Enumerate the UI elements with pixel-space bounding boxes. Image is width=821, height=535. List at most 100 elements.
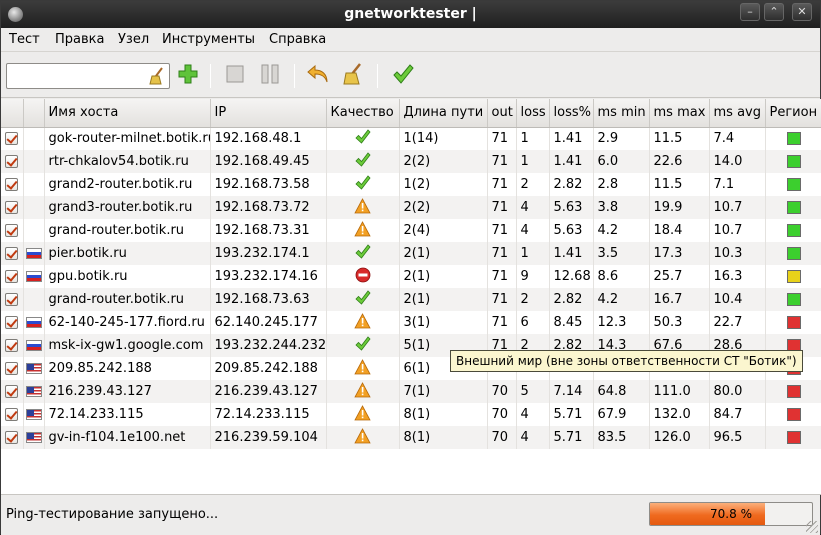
out-cell: 71 (487, 242, 517, 265)
add-host-button[interactable] (174, 62, 202, 90)
ms-min-cell: 3.8 (593, 196, 650, 219)
hostname-cell: msk-ix-gw1.google.com (44, 334, 211, 357)
table-row[interactable]: gpu.botik.ru 193.232.174.16 2(1) 71 9 12.68 8.… (1, 265, 821, 288)
col-loss-pct-header[interactable]: loss% (549, 99, 594, 128)
region-cell[interactable] (765, 173, 821, 196)
row-checkbox-cell[interactable] (1, 242, 24, 265)
table-row[interactable]: gok-router-milnet.botik.ru 192.168.48.1 1(… (1, 127, 821, 150)
col-out-header[interactable]: out (487, 99, 517, 128)
table-row[interactable]: grand-router.botik.ru 192.168.73.31 2(4) 71… (1, 219, 821, 242)
row-checkbox[interactable] (5, 293, 19, 306)
table-row[interactable]: 62-140-245-177.fiord.ru 62.140.245.177 3(1… (1, 311, 821, 334)
region-cell[interactable] (765, 242, 821, 265)
row-checkbox-cell[interactable] (1, 334, 24, 357)
menu-help[interactable]: Справка (269, 32, 326, 47)
row-checkbox[interactable] (5, 362, 19, 375)
row-checkbox[interactable] (5, 178, 19, 191)
region-tooltip: Внешний мир (вне зоны ответственности СТ… (450, 350, 803, 372)
row-checkbox-cell[interactable] (1, 127, 24, 150)
region-cell[interactable] (765, 150, 821, 173)
menu-tools[interactable]: Инструменты (162, 32, 255, 47)
region-cell[interactable] (765, 426, 821, 449)
menu-node[interactable]: Узел (118, 32, 149, 47)
row-checkbox[interactable] (5, 431, 19, 444)
col-quality-header[interactable]: Качество (326, 99, 400, 128)
col-ip-header[interactable]: IP (210, 99, 327, 128)
path-length-cell: 8(1) (399, 426, 488, 449)
col-path-length-header[interactable]: Длина пути (399, 99, 488, 128)
row-checkbox[interactable] (5, 224, 19, 237)
loss-pct-cell: 8.45 (549, 311, 594, 334)
pause-button[interactable] (256, 62, 284, 90)
row-checkbox-cell[interactable] (1, 196, 24, 219)
region-cell[interactable] (765, 219, 821, 242)
quality-cell (326, 426, 400, 449)
row-checkbox[interactable] (5, 385, 19, 398)
row-checkbox-cell[interactable] (1, 380, 24, 403)
row-checkbox-cell[interactable] (1, 150, 24, 173)
col-checkbox-header[interactable] (1, 99, 24, 128)
region-cell[interactable] (765, 196, 821, 219)
table-row[interactable]: grand-router.botik.ru 192.168.73.63 2(1) 71… (1, 288, 821, 311)
row-checkbox-cell[interactable] (1, 219, 24, 242)
table-row[interactable]: rtr-chkalov54.botik.ru 192.168.49.45 2(2) 7… (1, 150, 821, 173)
menu-test[interactable]: Тест (9, 32, 40, 47)
region-cell[interactable] (765, 127, 821, 150)
row-checkbox-cell[interactable] (1, 173, 24, 196)
col-ms-min-header[interactable]: ms min (593, 99, 650, 128)
stop-button[interactable] (221, 62, 249, 90)
row-checkbox-cell[interactable] (1, 357, 24, 380)
row-checkbox[interactable] (5, 201, 19, 214)
ms-max-cell: 16.7 (649, 288, 710, 311)
russia-flag-icon (25, 340, 42, 351)
col-flag-header[interactable] (23, 99, 45, 128)
region-cell[interactable] (765, 265, 821, 288)
minimize-icon[interactable]: – (740, 3, 760, 21)
maximize-icon[interactable]: ⌃ (764, 3, 784, 21)
hosts-table-area: Имя хоста IP Качество Длина пути out loss loss… (1, 99, 821, 495)
filter-field[interactable] (6, 63, 170, 89)
clear-button[interactable] (339, 62, 367, 90)
table-row[interactable]: gv-in-f104.1e100.net 216.239.59.104 8(1) 70… (1, 426, 821, 449)
apply-button[interactable] (389, 62, 417, 90)
row-checkbox[interactable] (5, 247, 19, 260)
row-checkbox-cell[interactable] (1, 426, 24, 449)
table-row[interactable]: pier.botik.ru 193.232.174.1 2(1) 71 1 1.41 3.5… (1, 242, 821, 265)
row-checkbox-cell[interactable] (1, 311, 24, 334)
table-row[interactable]: grand2-router.botik.ru 192.168.73.58 1(2) 7… (1, 173, 821, 196)
table-row[interactable]: grand3-router.botik.ru 192.168.73.72 2(2) 7… (1, 196, 821, 219)
row-checkbox[interactable] (5, 132, 19, 146)
row-checkbox-cell[interactable] (1, 288, 24, 311)
region-cell[interactable] (765, 311, 821, 334)
row-checkbox-cell[interactable] (1, 265, 24, 288)
filter-input[interactable] (10, 65, 140, 87)
row-checkbox[interactable] (5, 270, 19, 283)
region-cell[interactable] (765, 403, 821, 426)
table-row[interactable]: 72.14.233.115 72.14.233.115 8(1) 70 4 5.71 67.… (1, 403, 821, 426)
row-checkbox[interactable] (5, 339, 19, 352)
path-length-cell: 1(2) (399, 173, 488, 196)
clear-filter-icon[interactable] (149, 67, 165, 89)
row-checkbox-cell[interactable] (1, 403, 24, 426)
row-checkbox[interactable] (5, 155, 19, 168)
region-cell[interactable] (765, 380, 821, 403)
col-ms-max-header[interactable]: ms max (649, 99, 710, 128)
resize-grip[interactable] (806, 521, 818, 533)
col-region-header[interactable]: Регион (765, 99, 821, 128)
region-indicator (786, 408, 801, 421)
menu-edit[interactable]: Правка (55, 32, 104, 47)
row-checkbox[interactable] (5, 408, 19, 421)
row-checkbox[interactable] (5, 316, 19, 329)
out-cell: 70 (487, 380, 517, 403)
menu-bar: Тест Правка Узел Инструменты Справка (1, 28, 820, 52)
undo-button[interactable] (304, 62, 332, 90)
table-row[interactable]: 216.239.43.127 216.239.43.127 7(1) 70 5 7.14 6… (1, 380, 821, 403)
region-cell[interactable] (765, 288, 821, 311)
close-icon[interactable]: ✕ (792, 3, 812, 21)
col-hostname-header[interactable]: Имя хоста (44, 99, 211, 128)
col-loss-header[interactable]: loss (516, 99, 550, 128)
hostname-cell: pier.botik.ru (44, 242, 211, 265)
checkmark-icon (392, 63, 414, 89)
hostname-cell: 216.239.43.127 (44, 380, 211, 403)
col-ms-avg-header[interactable]: ms avg (709, 99, 766, 128)
